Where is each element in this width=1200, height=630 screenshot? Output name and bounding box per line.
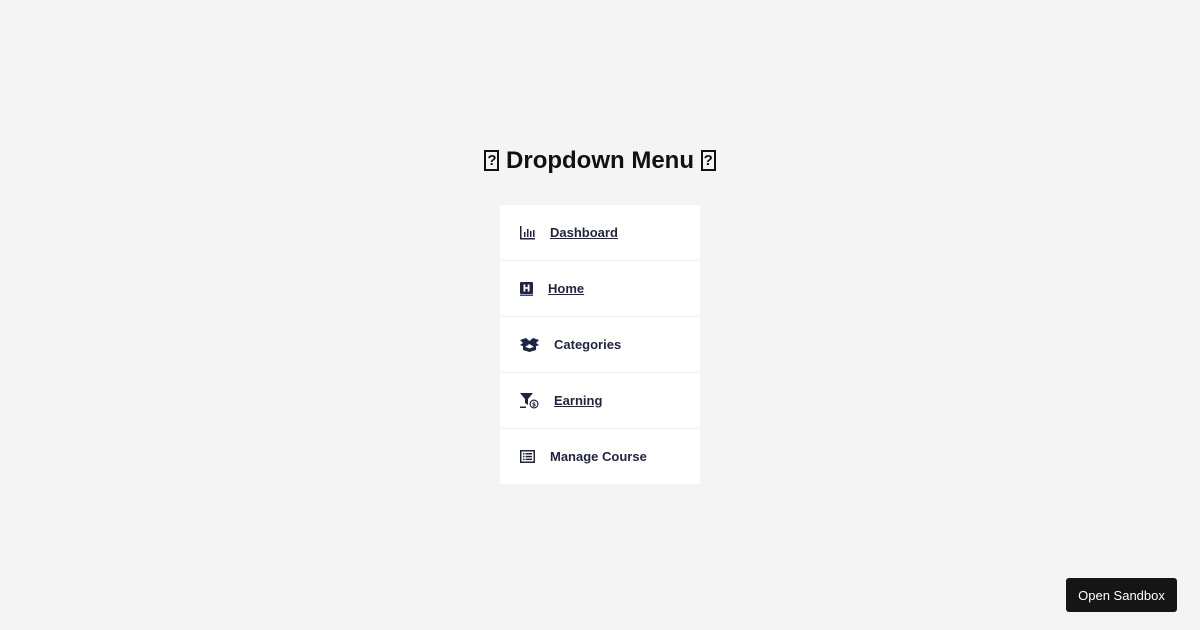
menu-item-label: Categories [554, 337, 622, 352]
open-sandbox-button[interactable]: Open Sandbox [1066, 578, 1177, 612]
page-title-text: Dropdown Menu [506, 147, 694, 174]
page-title: Dropdown Menu [0, 144, 1200, 178]
menu-item-manage-course[interactable]: Manage Course [500, 429, 700, 484]
bar-chart-icon [520, 225, 535, 241]
menu-item-earning[interactable]: $ Earning [500, 373, 700, 429]
menu-item-label: Manage Course [550, 449, 647, 464]
page: Dropdown Menu Dashboard [0, 0, 1200, 630]
menu-item-home[interactable]: Home [500, 261, 700, 317]
svg-text:$: $ [532, 401, 536, 408]
missing-glyph-icon [700, 150, 716, 171]
menu-item-label: Earning [554, 393, 603, 408]
filter-dollar-icon: $ [520, 392, 539, 409]
h-square-icon [520, 281, 533, 297]
missing-glyph-icon [484, 150, 500, 171]
open-box-icon [520, 337, 539, 353]
list-icon [520, 449, 535, 465]
menu-item-categories[interactable]: Categories [500, 317, 700, 373]
dropdown-menu: Dashboard Home Categories $ Earning Mana… [500, 205, 700, 484]
menu-item-label: Dashboard [550, 225, 618, 240]
menu-item-label: Home [548, 281, 585, 296]
menu-item-dashboard[interactable]: Dashboard [500, 205, 700, 261]
